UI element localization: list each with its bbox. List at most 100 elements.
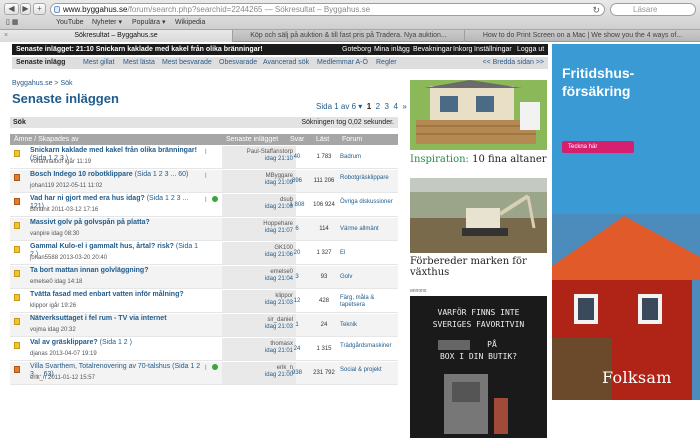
- reply-count[interactable]: 12: [288, 298, 306, 304]
- forum-link[interactable]: Trädgårdsmaskiner: [340, 343, 398, 350]
- table-row[interactable]: Ta bort mattan innan golvläggning? emels…: [10, 266, 398, 289]
- last-post-date[interactable]: idag 21:10: [222, 156, 293, 163]
- thread-title-text[interactable]: Gammal Kulo-el i gammalt hus, årtal? ris…: [30, 243, 174, 250]
- user-link-bevakningar[interactable]: Bevakningar: [413, 44, 452, 55]
- add-bookmark-button[interactable]: +: [33, 3, 46, 15]
- reply-count[interactable]: 896: [288, 178, 306, 184]
- last-post-date[interactable]: idag 21:07: [222, 228, 293, 235]
- tab-printscreen[interactable]: How to do Print Screen on a Mac | We sho…: [464, 30, 700, 42]
- subnav-mest-besvarade[interactable]: Mest besvarade: [162, 57, 212, 69]
- header-forum[interactable]: Forum: [342, 134, 362, 145]
- user-link-mina-inlagg[interactable]: Mina inlägg: [374, 44, 410, 55]
- thread-title[interactable]: Ta bort mattan innan golvläggning?: [30, 267, 202, 275]
- bookmark-wikipedia[interactable]: Wikipedia: [175, 17, 205, 29]
- last-post-user[interactable]: Hoppehare: [222, 221, 293, 228]
- header-last[interactable]: Senaste inlägget: [226, 134, 278, 145]
- table-row[interactable]: Gammal Kulo-el i gammalt hus, årtal? ris…: [10, 242, 398, 265]
- excavator-photo[interactable]: [410, 178, 547, 253]
- last-post-date[interactable]: idag 21:00: [222, 372, 293, 379]
- subnav-mest-gillat[interactable]: Mest gillat: [83, 57, 115, 69]
- header-topic[interactable]: Ämne / Skapades av: [14, 134, 79, 145]
- page-4[interactable]: 4: [393, 102, 397, 111]
- last-post-date[interactable]: idag 21:09: [222, 180, 293, 187]
- subnav-avancerad-sok[interactable]: Avancerad sök: [263, 57, 309, 69]
- reply-count[interactable]: 24: [288, 346, 306, 352]
- pager-label[interactable]: Sida 1 av 6 ▾: [316, 102, 362, 111]
- thread-title[interactable]: Tvätta fasad med enbart vatten inför mål…: [30, 291, 202, 299]
- thread-title-text[interactable]: Massivt golv på golvspån på platta?: [30, 219, 150, 226]
- last-post-user[interactable]: dsub: [222, 197, 293, 204]
- table-row[interactable]: Massivt golv på golvspån på platta? vanp…: [10, 218, 398, 241]
- thread-title[interactable]: Nätverksuttaget i fel rum - TV via inter…: [30, 315, 202, 323]
- page-2[interactable]: 2: [376, 102, 380, 111]
- last-post-date[interactable]: idag 21:06: [222, 252, 293, 259]
- forum-link[interactable]: Färg, måla & tapetsera: [340, 295, 398, 309]
- forum-link[interactable]: Badrum: [340, 154, 398, 161]
- reply-count[interactable]: 40: [288, 154, 306, 160]
- last-post-date[interactable]: idag 21:04: [222, 276, 293, 283]
- close-tab-icon[interactable]: ×: [4, 30, 8, 42]
- address-bar[interactable]: www.byggahus.se/forum/search.php?searchi…: [50, 3, 605, 16]
- thread-title-text[interactable]: Ta bort mattan innan golvläggning?: [30, 267, 148, 274]
- subnav-medlemmar[interactable]: Medlemmar A-Ö: [317, 57, 368, 69]
- latest-post-notice[interactable]: Senaste inlägget: 21:10 Snickarn kaklade…: [16, 44, 263, 55]
- thread-title-text[interactable]: Val av gräsklippare?: [30, 339, 98, 346]
- table-row[interactable]: Snickarn kaklade med kakel från olika br…: [10, 146, 398, 169]
- forum-link[interactable]: Social & projekt: [340, 367, 398, 374]
- tab-tradera[interactable]: Köp och sälj på auktion & till fast pris…: [232, 30, 464, 42]
- thread-title-text[interactable]: Snickarn kaklade med kakel från olika br…: [30, 147, 197, 154]
- forward-button[interactable]: ▶: [20, 3, 31, 15]
- deck-caption[interactable]: Inspiration: 10 fina altaner: [410, 154, 547, 165]
- wine-ad[interactable]: VARFÖR FINNS INTE SVERIGES FAVORITVIN PÅ…: [410, 296, 547, 438]
- subnav-obesvarade[interactable]: Obesvarade: [219, 57, 257, 69]
- table-row[interactable]: Vad har ni gjort med era hus idag? (Sida…: [10, 194, 398, 217]
- subnav-regler[interactable]: Regler: [376, 57, 397, 69]
- user-link-logga-ut[interactable]: Logga ut: [517, 44, 544, 55]
- last-post-date[interactable]: idag 21:09: [222, 204, 293, 211]
- wider-page-link[interactable]: << Bredda sidan >>: [400, 57, 548, 69]
- deck-photo[interactable]: [410, 80, 547, 150]
- forum-link[interactable]: Teknik: [340, 322, 398, 329]
- reload-icon[interactable]: ↻: [592, 5, 600, 16]
- last-post-date[interactable]: idag 21:03: [222, 300, 293, 307]
- forum-link[interactable]: Övriga diskussioner: [340, 199, 398, 206]
- last-post-date[interactable]: idag 21:01: [222, 348, 293, 355]
- breadcrumb[interactable]: Byggahus.se > Sök: [12, 80, 73, 87]
- forum-link[interactable]: Golv: [340, 274, 398, 281]
- reply-count[interactable]: 938: [288, 370, 306, 376]
- reply-count[interactable]: 6: [288, 226, 306, 232]
- insurance-ad[interactable]: Fritidshus-försäkring Teckna här Folksam: [552, 44, 700, 400]
- last-post-user[interactable]: emelse0: [222, 269, 293, 276]
- thread-title[interactable]: Bosch Indego 10 robotklippare (Sida 1 2 …: [30, 171, 202, 179]
- reader-button[interactable]: Läsare: [610, 3, 696, 16]
- reply-count[interactable]: 3: [288, 274, 306, 280]
- thread-title[interactable]: Val av gräsklippare? (Sida 1 2 ): [30, 339, 202, 347]
- header-replies[interactable]: Svar: [290, 134, 304, 145]
- forum-link[interactable]: Robotgräsklippare: [340, 175, 398, 182]
- subnav-mest-lasta[interactable]: Mest lästa: [123, 57, 155, 69]
- last-post-user[interactable]: GK100: [222, 245, 293, 252]
- table-row[interactable]: Bosch Indego 10 robotklippare (Sida 1 2 …: [10, 170, 398, 193]
- bookmark-nyheter[interactable]: Nyheter ▾: [92, 17, 122, 29]
- last-post-user[interactable]: thomasx: [222, 341, 293, 348]
- table-row[interactable]: Val av gräsklippare? (Sida 1 2 ) djanas 2…: [10, 338, 398, 361]
- thread-title-text[interactable]: Villa Svarthem, Totalrenovering av 70-ta…: [30, 363, 170, 370]
- table-row[interactable]: Villa Svarthem, Totalrenovering av 70-ta…: [10, 362, 398, 385]
- bookmark-populara[interactable]: Populära ▾: [132, 17, 165, 29]
- last-post-user[interactable]: klippor: [222, 293, 293, 300]
- subnav-senaste[interactable]: Senaste inlägg: [16, 57, 65, 69]
- back-button[interactable]: ◀: [4, 3, 19, 15]
- reply-count[interactable]: 1 808: [288, 202, 306, 208]
- thread-title-text[interactable]: Bosch Indego 10 robotklippare: [30, 171, 133, 178]
- page-next[interactable]: »: [402, 102, 406, 111]
- excavator-caption[interactable]: Förbereder marken för växthus: [410, 256, 547, 278]
- forum-link[interactable]: Värme allmänt: [340, 226, 398, 233]
- page-3[interactable]: 3: [385, 102, 389, 111]
- last-post-user[interactable]: MByggare: [222, 173, 293, 180]
- forum-link[interactable]: El: [340, 250, 398, 257]
- thread-title-text[interactable]: Vad har ni gjort med era hus idag?: [30, 195, 145, 202]
- header-views[interactable]: Läst: [316, 134, 329, 145]
- thread-title-text[interactable]: Tvätta fasad med enbart vatten inför mål…: [30, 291, 184, 298]
- user-link-goteborg[interactable]: Goteborg: [342, 44, 371, 55]
- last-post-user[interactable]: sir_daniel: [222, 317, 293, 324]
